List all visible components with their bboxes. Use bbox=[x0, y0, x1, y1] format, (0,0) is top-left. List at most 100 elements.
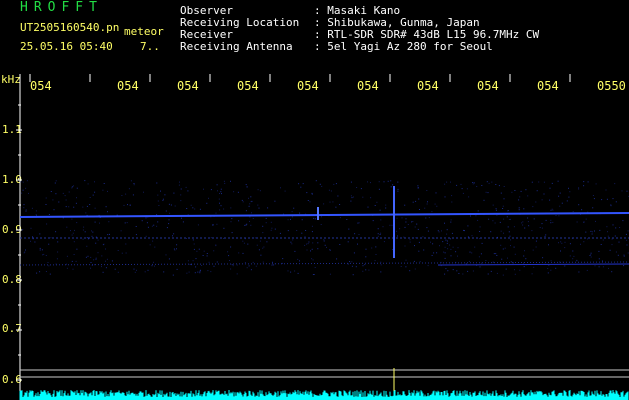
noise-dot bbox=[495, 253, 497, 255]
noise-dot bbox=[231, 232, 233, 234]
noise-dot bbox=[617, 254, 619, 256]
noise-dot bbox=[75, 260, 77, 262]
noise-dot bbox=[400, 266, 402, 267]
noise-dot bbox=[230, 268, 232, 270]
noise-dot bbox=[367, 181, 368, 183]
noise-dot bbox=[97, 239, 99, 241]
noise-dot bbox=[313, 217, 315, 219]
noise-dot bbox=[189, 263, 191, 265]
noise-dot bbox=[510, 218, 511, 220]
noise-dot bbox=[28, 192, 29, 194]
noise-dot bbox=[622, 220, 624, 222]
noise-dot bbox=[450, 219, 452, 221]
noise-dot bbox=[126, 222, 128, 224]
noise-dot bbox=[532, 206, 534, 208]
noise-dot bbox=[524, 227, 526, 229]
noise-dot bbox=[396, 230, 398, 232]
noise-dot bbox=[535, 246, 537, 248]
noise-dot bbox=[230, 207, 232, 209]
noise-dot bbox=[174, 205, 176, 207]
noise-dot bbox=[49, 273, 51, 275]
noise-dot bbox=[495, 184, 497, 185]
noise-dot bbox=[523, 208, 525, 210]
noise-dot bbox=[503, 232, 504, 234]
noise-dot bbox=[380, 261, 382, 263]
noise-dot bbox=[133, 184, 135, 186]
noise-dot bbox=[73, 254, 75, 255]
noise-dot bbox=[600, 244, 602, 245]
noise-dot bbox=[488, 182, 490, 184]
noise-dot bbox=[121, 195, 123, 196]
noise-dot bbox=[561, 242, 563, 244]
noise-dot bbox=[378, 188, 380, 190]
noise-dot bbox=[279, 232, 281, 234]
level-lines bbox=[20, 369, 629, 378]
noise-dot bbox=[447, 270, 449, 272]
noise-dot bbox=[85, 212, 87, 214]
noise-dot bbox=[513, 246, 515, 248]
noise-dot bbox=[559, 205, 561, 207]
noise-dot bbox=[258, 249, 260, 251]
noise-dot bbox=[173, 192, 175, 194]
noise-dot bbox=[91, 265, 93, 266]
noise-dot bbox=[508, 231, 510, 233]
noise-dot bbox=[66, 255, 68, 257]
noise-dot bbox=[444, 222, 445, 224]
noise-dot bbox=[329, 201, 331, 203]
noise-dot bbox=[444, 196, 446, 198]
noise-dot bbox=[312, 259, 314, 261]
noise-dot bbox=[445, 268, 447, 270]
noise-dot bbox=[403, 236, 405, 238]
noise-dot bbox=[23, 207, 25, 209]
noise-dot bbox=[136, 269, 137, 271]
noise-dot bbox=[30, 227, 32, 229]
noise-dot bbox=[22, 189, 24, 191]
noise-dot bbox=[528, 225, 530, 227]
noise-dot bbox=[507, 226, 509, 228]
noise-dot bbox=[368, 269, 370, 271]
noise-dot bbox=[426, 227, 428, 229]
noise-dot bbox=[176, 268, 178, 270]
noise-dot bbox=[467, 270, 469, 272]
noise-dot bbox=[306, 192, 308, 194]
noise-dot bbox=[623, 255, 625, 257]
noise-dot bbox=[414, 245, 415, 247]
noise-dot bbox=[73, 206, 75, 208]
noise-dot bbox=[301, 219, 303, 221]
noise-dot bbox=[82, 206, 84, 208]
noise-dot bbox=[143, 191, 144, 193]
noise-dot bbox=[461, 188, 463, 190]
noise-dot bbox=[91, 235, 93, 237]
noise-dot bbox=[522, 224, 524, 226]
noise-dot bbox=[43, 253, 45, 255]
noise-dot bbox=[598, 258, 600, 260]
noise-dot bbox=[583, 181, 585, 183]
noise-dot bbox=[267, 207, 269, 209]
noise-dot bbox=[280, 187, 281, 189]
noise-dot bbox=[414, 226, 416, 228]
noise-dot bbox=[76, 248, 78, 250]
noise-dot bbox=[22, 181, 24, 183]
noise-dot bbox=[337, 195, 339, 197]
noise-dot bbox=[430, 241, 431, 243]
noise-dot bbox=[550, 269, 552, 271]
noise-dot bbox=[450, 181, 451, 183]
noise-dot bbox=[472, 182, 474, 183]
noise-dot bbox=[545, 234, 547, 236]
noise-dot bbox=[378, 181, 380, 183]
noise-dot bbox=[144, 271, 146, 273]
noise-dot bbox=[156, 225, 158, 227]
noise-dot bbox=[321, 216, 322, 218]
noise-dot bbox=[39, 271, 41, 273]
noise-dot bbox=[130, 180, 132, 182]
noise-dot bbox=[84, 231, 86, 233]
noise-dot bbox=[45, 197, 47, 199]
noise-dot bbox=[94, 191, 96, 193]
noise-dot bbox=[543, 193, 545, 195]
noise-dot bbox=[425, 217, 427, 219]
noise-dot bbox=[128, 188, 130, 190]
noise-dot bbox=[120, 230, 122, 232]
noise-dot bbox=[236, 264, 238, 266]
noise-dot bbox=[123, 204, 125, 206]
noise-dot bbox=[465, 263, 467, 265]
